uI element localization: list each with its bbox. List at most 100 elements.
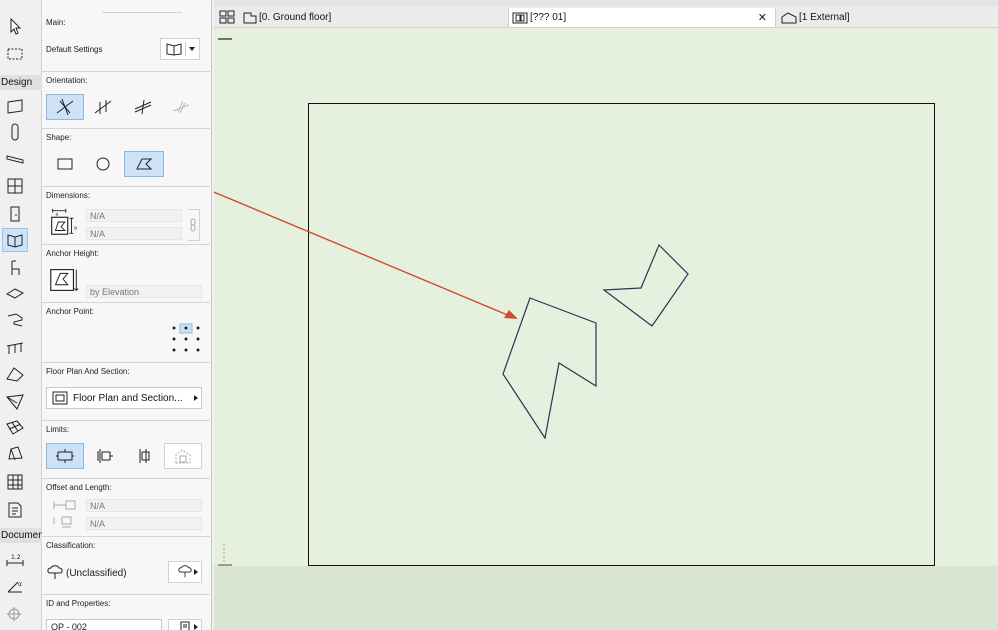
drawing-canvas[interactable] — [214, 28, 998, 630]
shape-label: Shape: — [46, 133, 72, 142]
height-field[interactable]: N/A — [86, 227, 182, 240]
main-label: Main: — [46, 18, 66, 27]
tab-window-view[interactable]: [??? 01] ✕ — [508, 8, 776, 27]
floor-plan-section-dropdown[interactable]: Floor Plan and Section... — [46, 387, 202, 409]
limits-custom-button[interactable] — [164, 443, 202, 469]
slab-icon — [7, 99, 23, 114]
tab-external-label: [1 External] — [799, 12, 850, 23]
orientation-horizontal-button[interactable] — [88, 94, 118, 120]
house-elevation-icon — [781, 11, 797, 23]
shape-circle-button[interactable] — [88, 151, 118, 177]
orientation-disabled-button[interactable] — [166, 94, 196, 120]
length-field[interactable]: N/A — [86, 517, 202, 530]
anchor-height-preview — [46, 263, 82, 297]
info-box-panel: Main: Default Settings Orientation: Shap… — [42, 0, 212, 630]
floor-plan-section-value: Floor Plan and Section... — [73, 392, 183, 404]
object-tool[interactable] — [2, 256, 28, 280]
zone-icon — [5, 288, 25, 299]
column-tool[interactable] — [2, 120, 28, 144]
toolbox-group-document[interactable]: Documen — [0, 528, 42, 543]
angle-dimension-icon: α — [7, 581, 22, 593]
wall-elevation-frame[interactable] — [308, 103, 935, 566]
stair-tool[interactable] — [2, 308, 28, 332]
door-tool[interactable] — [2, 202, 28, 226]
orientation-horizontal-icon — [94, 100, 112, 114]
anchor-point-grid[interactable] — [170, 323, 202, 355]
svg-text:α: α — [18, 581, 22, 588]
dimension-tool[interactable]: 1.2 — [2, 548, 28, 572]
angle-dimension-tool[interactable]: α — [2, 574, 28, 598]
chevron-down-icon — [188, 47, 195, 51]
beam-tool[interactable] — [2, 146, 28, 170]
tab-ground-floor[interactable]: [0. Ground floor] — [240, 8, 506, 27]
limit-wall-icon — [97, 449, 113, 463]
orientation-vertical-button[interactable] — [46, 94, 84, 120]
limits-extrusion-button[interactable] — [46, 443, 84, 469]
window-tool[interactable] — [2, 174, 28, 198]
view-tab-bar: [0. Ground floor] [??? 01] ✕ [1 External… — [214, 0, 998, 28]
polygon-opening-large[interactable] — [502, 297, 597, 440]
orientation-custom-button[interactable] — [128, 94, 158, 120]
svg-text:a: a — [55, 212, 58, 217]
opening-tool[interactable] — [2, 228, 28, 252]
opening-icon — [166, 43, 181, 56]
anchor-height-field[interactable]: by Elevation — [86, 285, 202, 298]
default-settings-label: Default Settings — [46, 45, 103, 54]
section-main: Main: Default Settings — [42, 14, 210, 69]
tab-window-view-label: [??? 01] — [530, 12, 567, 23]
classification-button[interactable] — [168, 561, 202, 583]
shape-rectangle-button[interactable] — [50, 151, 80, 177]
width-field[interactable]: N/A — [86, 209, 182, 222]
tab-overview-button[interactable] — [218, 8, 236, 26]
archicad-object-tool[interactable] — [2, 498, 28, 522]
document-object-icon — [8, 502, 22, 518]
curtain-wall-tool[interactable] — [2, 470, 28, 494]
column-icon — [11, 123, 19, 141]
floor-plan-section-icon — [52, 391, 68, 405]
level-dimension-tool[interactable] — [2, 600, 28, 624]
orientation-label: Orientation: — [46, 76, 88, 85]
classification-value: (Unclassified) — [66, 568, 127, 579]
annotation-arrow — [214, 191, 511, 317]
mesh-tool[interactable] — [2, 416, 28, 440]
slab-tool[interactable] — [2, 94, 28, 118]
tab-external[interactable]: [1 External] — [778, 8, 998, 27]
floor-plan-icon — [243, 12, 257, 23]
arrow-tool[interactable] — [2, 14, 28, 38]
dimensions-label: Dimensions: — [46, 191, 91, 200]
dimension-icon: 1.2 — [6, 554, 24, 566]
panel-top-divider — [102, 12, 182, 13]
marquee-tool[interactable] — [2, 42, 28, 66]
offset-field[interactable]: N/A — [86, 499, 202, 512]
morph-tool[interactable] — [2, 442, 28, 466]
offset-length-label: Offset and Length: — [46, 483, 112, 492]
arrow-cursor-icon — [10, 17, 22, 35]
triangle-right-icon — [194, 395, 198, 401]
anchor-height-icon — [50, 269, 79, 292]
roof-tool[interactable] — [2, 362, 28, 386]
shell-tool[interactable] — [2, 390, 28, 414]
opening-icon — [7, 234, 23, 248]
limits-to-wall-button[interactable] — [90, 443, 120, 469]
limit-through-icon — [139, 449, 150, 463]
properties-button[interactable] — [168, 619, 202, 630]
window-view-icon — [512, 12, 528, 23]
section-anchor-height: Anchor Height: by Elevation — [42, 244, 210, 302]
tab-bar-top-strip — [214, 0, 998, 6]
shape-polygon-button[interactable] — [124, 151, 164, 177]
favorites-settings-button[interactable] — [160, 38, 200, 60]
polygon-opening-small[interactable] — [602, 243, 689, 327]
offset-icon — [53, 500, 76, 510]
limits-through-button[interactable] — [128, 443, 158, 469]
grid-four-icon — [219, 10, 235, 24]
svg-text:b: b — [74, 226, 77, 232]
close-icon[interactable]: ✕ — [758, 11, 767, 24]
circle-icon — [96, 157, 110, 171]
toolbox-group-design[interactable]: Design — [0, 75, 42, 90]
railing-tool[interactable] — [2, 336, 28, 360]
triangle-right-icon — [194, 624, 198, 630]
limit-custom-icon — [175, 449, 191, 464]
link-dimensions-toggle[interactable] — [188, 209, 200, 241]
zone-tool[interactable] — [2, 282, 28, 306]
id-field[interactable]: OP - 002 — [46, 619, 162, 630]
